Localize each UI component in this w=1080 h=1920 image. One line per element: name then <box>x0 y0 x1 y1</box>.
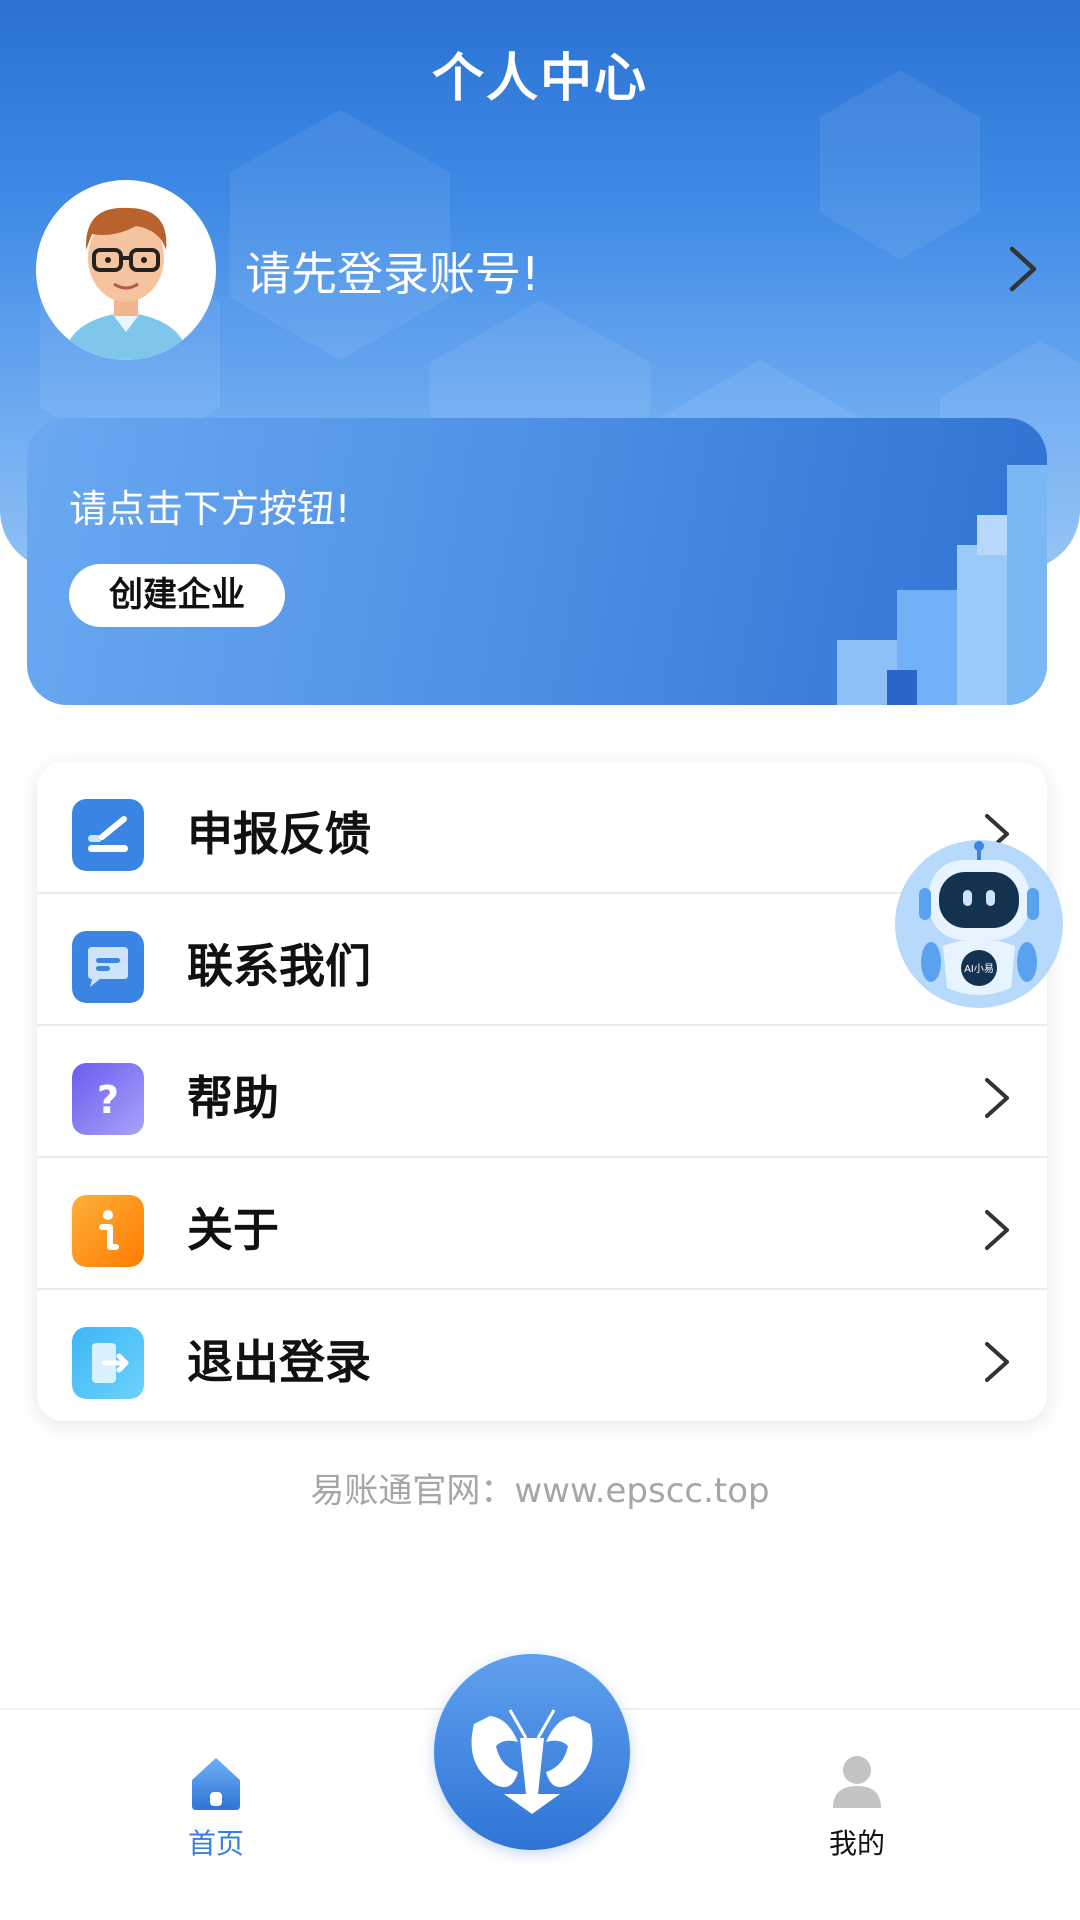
logout-icon <box>72 1327 144 1399</box>
chevron-right-icon <box>985 1078 1009 1118</box>
tab-mine-label: 我的 <box>828 1827 885 1860</box>
tab-mine[interactable]: 我的 <box>777 1750 937 1862</box>
menu-item-about[interactable]: 关于 <box>37 1158 1047 1290</box>
message-icon <box>72 931 144 1003</box>
profile-page: 个人中心 请先登录账号! 请点击下方按钮! 创建企业 申报反馈 联系我们 ? 帮… <box>0 0 1080 1920</box>
menu-item-label: 退出登录 <box>187 1335 371 1389</box>
page-title: 个人中心 <box>431 49 648 109</box>
menu-item-label: 关于 <box>187 1203 279 1257</box>
menu-item-label: 帮助 <box>187 1071 279 1125</box>
login-prompt[interactable]: 请先登录账号! <box>245 238 539 304</box>
create-company-banner: 请点击下方按钮! 创建企业 <box>27 418 1047 705</box>
cartoon-avatar-icon <box>36 180 216 360</box>
report-edit-icon <box>72 799 144 871</box>
chevron-right-icon[interactable] <box>1000 243 1046 295</box>
ai-assistant-robot-icon[interactable]: AI小易 <box>893 838 1065 1010</box>
home-icon <box>192 1758 240 1810</box>
avatar[interactable] <box>36 180 216 360</box>
info-icon <box>72 1195 144 1267</box>
assistant-badge: AI小易 <box>964 963 994 975</box>
menu-item-logout[interactable]: 退出登录 <box>37 1290 1047 1421</box>
lobster-logo-icon <box>471 1709 593 1814</box>
svg-text:?: ? <box>97 1078 119 1122</box>
official-website-text: 易账通官网：www.epscc.top <box>310 1471 770 1511</box>
building-blocks-decoration-icon <box>837 465 1047 705</box>
help-question-icon: ? <box>72 1063 144 1135</box>
menu-item-help[interactable]: ? 帮助 <box>37 1026 1047 1158</box>
chevron-right-icon <box>985 1342 1009 1382</box>
banner-text: 请点击下方按钮! <box>69 487 351 531</box>
tab-home-label: 首页 <box>187 1827 244 1860</box>
center-action-button[interactable] <box>434 1654 630 1850</box>
chevron-right-icon <box>985 1210 1009 1250</box>
menu-item-label: 申报反馈 <box>187 807 371 861</box>
user-icon <box>833 1756 881 1808</box>
menu-item-label: 联系我们 <box>187 939 371 993</box>
tab-home[interactable]: 首页 <box>136 1750 296 1862</box>
create-company-button[interactable]: 创建企业 <box>69 564 285 627</box>
